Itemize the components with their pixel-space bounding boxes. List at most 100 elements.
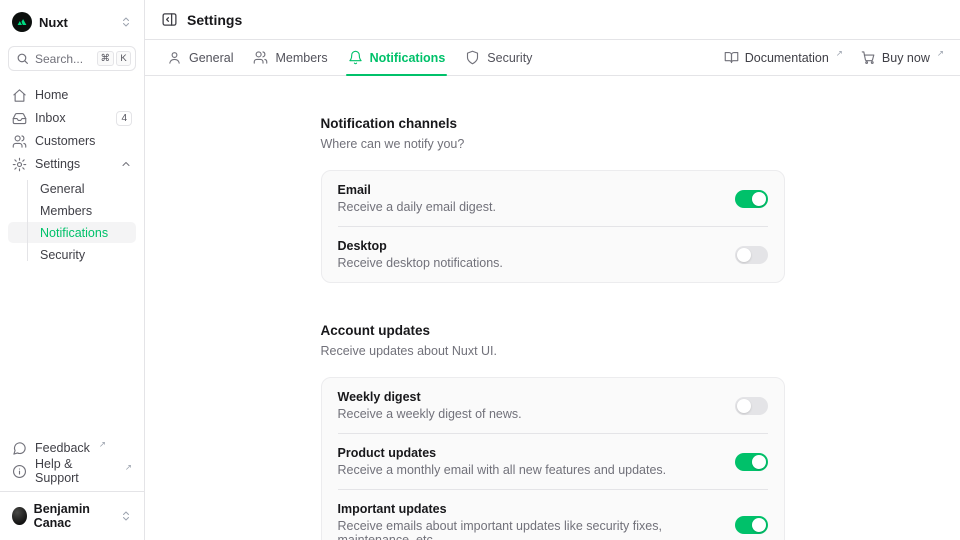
- sidebar-item-label: Customers: [35, 134, 95, 148]
- setting-row-weekly-digest: Weekly digest Receive a weekly digest of…: [322, 378, 784, 433]
- user-selector-icon: [120, 510, 132, 522]
- documentation-link[interactable]: Documentation: [724, 50, 843, 65]
- section-title: Account updates: [321, 323, 785, 338]
- sidebar-item-label: Inbox: [35, 111, 66, 125]
- sidebar-nav: Home Inbox 4 Customers Settings: [8, 84, 136, 265]
- tab-security[interactable]: Security: [455, 40, 542, 75]
- user-name: Benjamin Canac: [34, 502, 113, 530]
- setting-label: Email: [338, 183, 496, 197]
- shield-icon: [465, 50, 480, 65]
- product-updates-toggle[interactable]: [735, 453, 768, 471]
- workspace-switcher[interactable]: Nuxt: [8, 8, 136, 36]
- setting-description: Receive a monthly email with all new fea…: [338, 463, 667, 477]
- chevron-up-icon: [120, 158, 132, 170]
- setting-text: Product updates Receive a monthly email …: [338, 446, 679, 477]
- setting-label: Product updates: [338, 446, 667, 460]
- tab-general[interactable]: General: [157, 40, 243, 75]
- avatar: [12, 507, 27, 525]
- sidebar-item-home[interactable]: Home: [8, 84, 136, 106]
- tab-label: Members: [275, 51, 327, 65]
- feedback-link[interactable]: Feedback: [8, 437, 136, 459]
- setting-row-important-updates: Important updates Receive emails about i…: [322, 490, 784, 540]
- sidebar-item-customers[interactable]: Customers: [8, 130, 136, 152]
- sidebar-item-label: Home: [35, 88, 68, 102]
- search-icon: [16, 52, 29, 65]
- section-subtitle: Receive updates about Nuxt UI.: [321, 344, 785, 358]
- divider: [0, 491, 144, 492]
- section-notification-channels: Notification channels Where can we notif…: [321, 116, 785, 283]
- setting-text: Desktop Receive desktop notifications.: [338, 239, 515, 270]
- search-placeholder: Search...: [35, 52, 83, 66]
- sidebar: Nuxt Search... ⌘ K Home Inbox 4: [0, 0, 145, 540]
- sidebar-item-security[interactable]: Security: [8, 244, 136, 265]
- sidebar-item-settings[interactable]: Settings: [8, 153, 136, 175]
- setting-description: Receive desktop notifications.: [338, 256, 503, 270]
- nuxt-logo-icon: [12, 12, 32, 32]
- weekly-digest-toggle[interactable]: [735, 397, 768, 415]
- setting-text: Important updates Receive emails about i…: [338, 502, 735, 540]
- setting-description: Receive emails about important updates l…: [338, 519, 723, 540]
- action-label: Buy now: [882, 51, 930, 65]
- setting-row-email: Email Receive a daily email digest.: [322, 171, 784, 226]
- page-title: Settings: [187, 12, 242, 28]
- setting-label: Weekly digest: [338, 390, 522, 404]
- inbox-count-badge: 4: [116, 111, 132, 126]
- setting-label: Desktop: [338, 239, 503, 253]
- workspace-name: Nuxt: [39, 15, 68, 30]
- sidebar-item-notifications[interactable]: Notifications: [8, 222, 136, 243]
- settings-subtree: General Members Notifications Security: [8, 178, 136, 265]
- tab-bar: General Members Notifications Security: [145, 40, 960, 76]
- message-bubble-icon: [12, 441, 27, 456]
- shopping-cart-icon: [861, 50, 876, 65]
- important-updates-toggle[interactable]: [735, 516, 768, 534]
- content-area: Notification channels Where can we notif…: [145, 76, 960, 540]
- footer-item-label: Feedback: [35, 441, 90, 455]
- help-support-link[interactable]: Help & Support: [8, 460, 136, 482]
- sidebar-collapse-icon[interactable]: [161, 11, 178, 28]
- tab-actions: Documentation Buy now: [724, 40, 948, 75]
- kbd-cmd: ⌘: [97, 51, 115, 66]
- tab-notifications[interactable]: Notifications: [338, 40, 456, 75]
- desktop-toggle[interactable]: [735, 246, 768, 264]
- bell-icon: [348, 50, 363, 65]
- tab-label: Notifications: [370, 51, 446, 65]
- external-link-icon: [125, 462, 132, 473]
- sidebar-subitem-label: Members: [40, 204, 92, 218]
- tab-label: Security: [487, 51, 532, 65]
- sidebar-item-inbox[interactable]: Inbox 4: [8, 107, 136, 129]
- sidebar-subitem-label: General: [40, 182, 84, 196]
- setting-text: Weekly digest Receive a weekly digest of…: [338, 390, 534, 421]
- buy-now-link[interactable]: Buy now: [861, 50, 944, 65]
- users-icon: [253, 50, 268, 65]
- sidebar-footer: Feedback Help & Support Benjamin Canac: [8, 437, 136, 532]
- title-bar: Settings: [145, 0, 960, 40]
- search-input[interactable]: Search... ⌘ K: [8, 46, 136, 71]
- setting-description: Receive a daily email digest.: [338, 200, 496, 214]
- sidebar-subitem-label: Security: [40, 248, 85, 262]
- section-subtitle: Where can we notify you?: [321, 137, 785, 151]
- user-icon: [167, 50, 182, 65]
- home-icon: [12, 88, 27, 103]
- tab-members[interactable]: Members: [243, 40, 337, 75]
- sidebar-item-members[interactable]: Members: [8, 200, 136, 221]
- user-menu[interactable]: Benjamin Canac: [8, 493, 136, 532]
- sidebar-item-general[interactable]: General: [8, 178, 136, 199]
- footer-item-label: Help & Support: [35, 457, 116, 485]
- settings-card: Weekly digest Receive a weekly digest of…: [321, 377, 785, 540]
- email-toggle[interactable]: [735, 190, 768, 208]
- section-account-updates: Account updates Receive updates about Nu…: [321, 323, 785, 540]
- setting-text: Email Receive a daily email digest.: [338, 183, 508, 214]
- external-link-icon: [99, 439, 106, 450]
- settings-card: Email Receive a daily email digest. Desk…: [321, 170, 785, 283]
- inbox-icon: [12, 111, 27, 126]
- search-shortcut: ⌘ K: [97, 51, 132, 66]
- book-open-icon: [724, 50, 739, 65]
- setting-row-product-updates: Product updates Receive a monthly email …: [322, 434, 784, 489]
- kbd-k: K: [116, 51, 131, 66]
- sidebar-item-label: Settings: [35, 157, 80, 171]
- gear-icon: [12, 157, 27, 172]
- info-circle-icon: [12, 464, 27, 479]
- external-link-icon: [937, 48, 944, 59]
- section-title: Notification channels: [321, 116, 785, 131]
- workspace-selector-icon: [120, 16, 132, 28]
